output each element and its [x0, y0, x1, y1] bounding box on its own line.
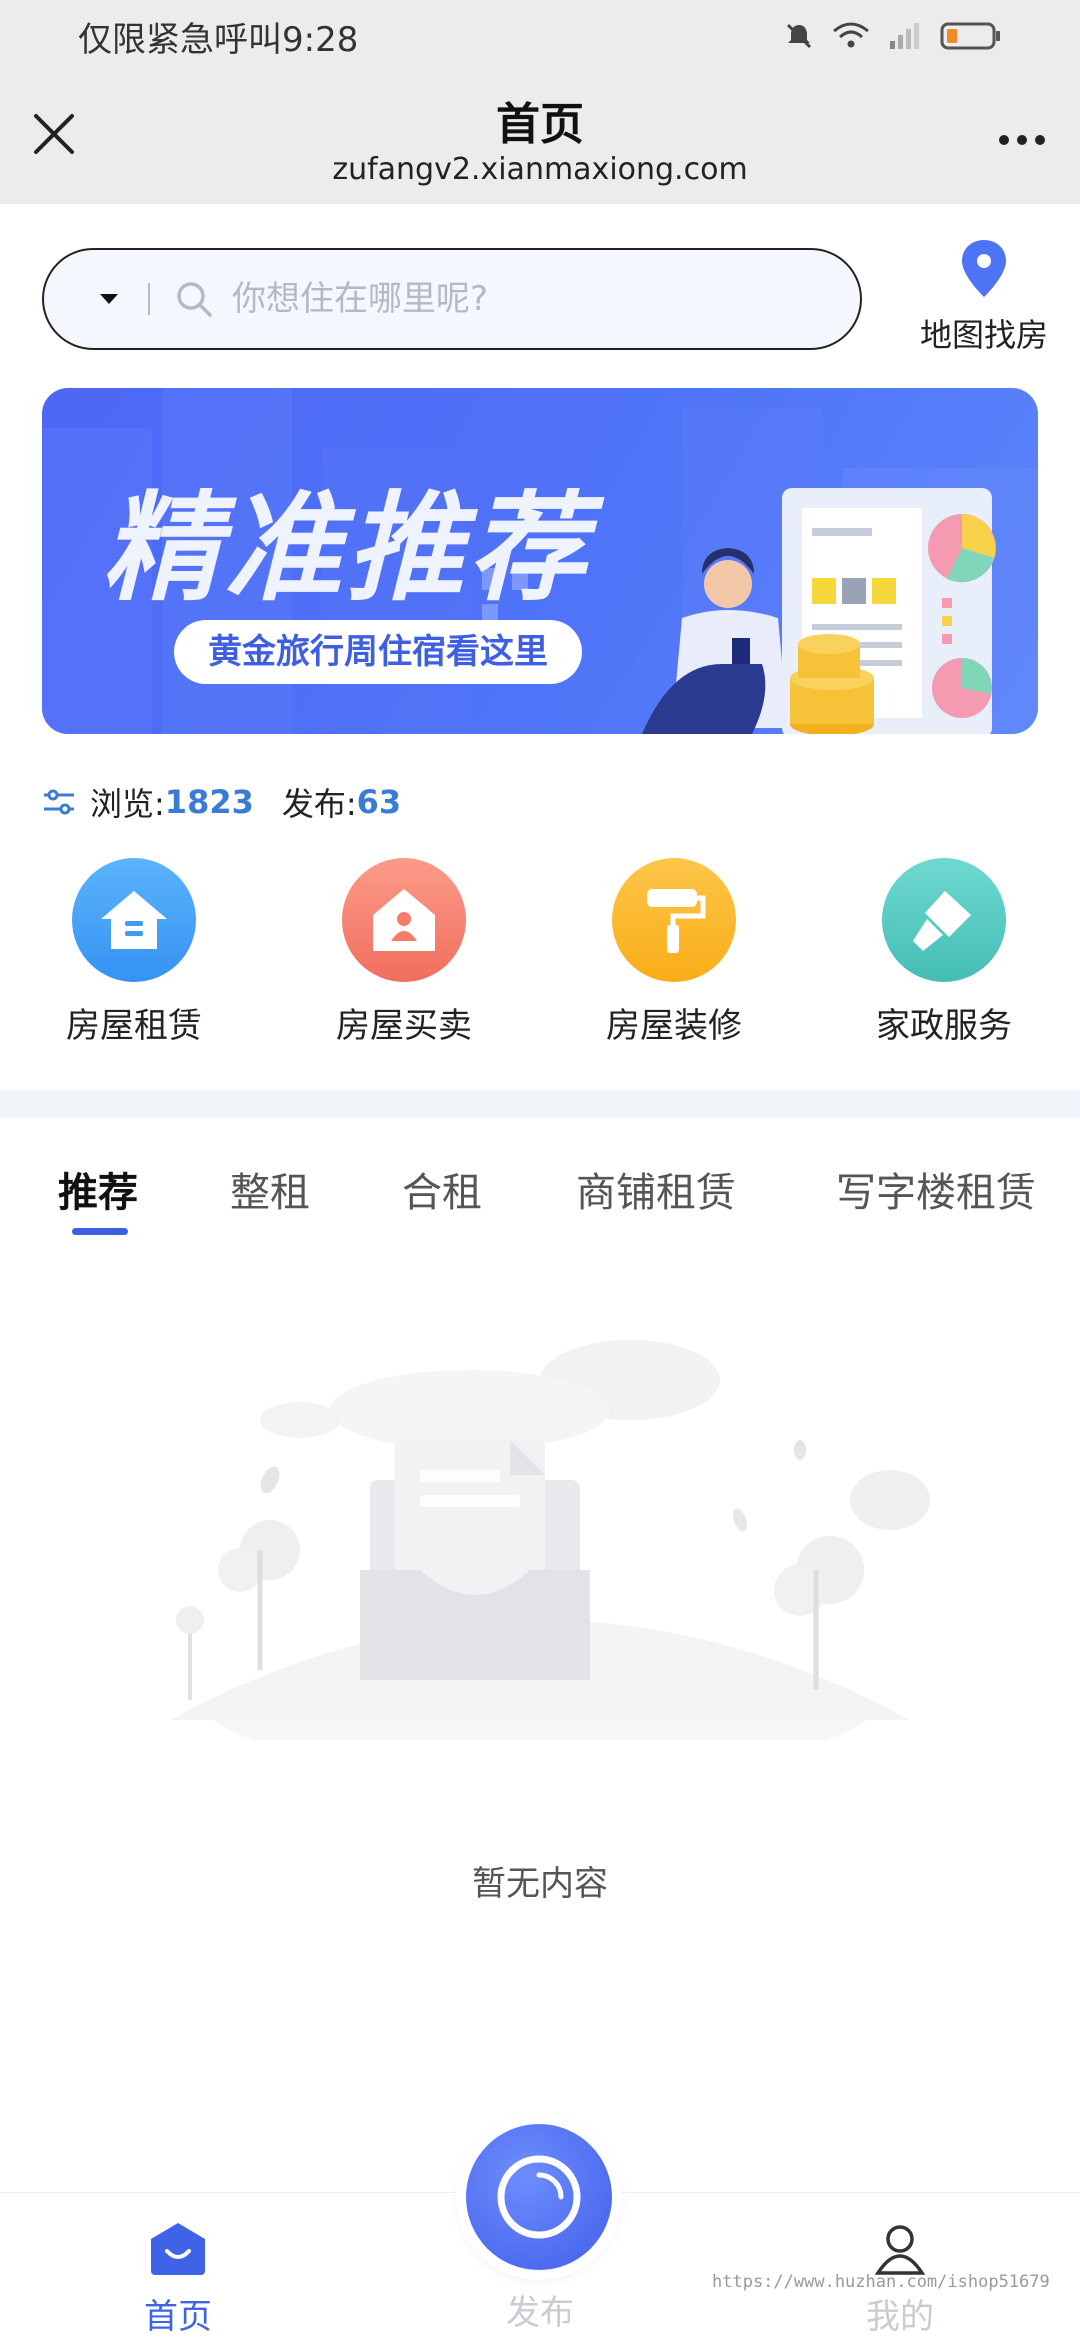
search-icon: [177, 282, 212, 317]
category-label: 房屋装修: [606, 1006, 742, 1046]
promo-banner[interactable]: 精准推荐 黄金旅行周住宿看这里: [42, 388, 1038, 734]
category-label: 房屋租赁: [66, 1006, 202, 1046]
cleaning-icon: [882, 858, 1006, 982]
page-title: 首页: [496, 99, 584, 150]
user-icon: [874, 2225, 926, 2275]
nav-home-label: 首页: [144, 2297, 212, 2337]
battery-icon: [940, 22, 1000, 50]
category-grid: 房屋租赁 房屋买卖 房屋装修 家政服务: [0, 858, 1080, 1058]
tab-shared-rent[interactable]: 合租: [402, 1160, 482, 1218]
status-left: 仅限紧急呼叫9:28: [78, 12, 358, 61]
title-bar: 首页 zufangv2.xianmaxiong.com: [0, 72, 1080, 204]
category-renovation[interactable]: 房屋装修: [564, 858, 784, 1047]
category-label: 房屋买卖: [336, 1006, 472, 1046]
category-house-rent[interactable]: 房屋租赁: [24, 858, 244, 1047]
filter-icon: [44, 789, 74, 815]
nav-me-label: 我的: [866, 2297, 934, 2337]
banner-subtitle: 黄金旅行周住宿看这里: [174, 620, 582, 684]
house-icon: [72, 858, 196, 982]
tab-recommend[interactable]: 推荐: [58, 1160, 138, 1218]
publish-icon: [497, 2155, 581, 2239]
empty-state-text: 暂无内容: [472, 1864, 608, 1904]
more-dot-icon: [1017, 135, 1027, 145]
search-divider: [148, 283, 150, 315]
publish-button[interactable]: [466, 2124, 612, 2270]
empty-box-icon: [170, 1340, 930, 1740]
status-bar: 仅限紧急呼叫9:28: [0, 0, 1080, 72]
posts-label: 发布:: [281, 785, 357, 823]
watermark-text: https://www.huzhan.com/ishop51679: [712, 2272, 1050, 2292]
listing-tabs: 推荐 整租 合租 商铺租赁 写字楼租赁: [0, 1160, 1080, 1240]
more-dot-icon: [999, 135, 1009, 145]
wifi-icon: [833, 22, 869, 48]
more-dot-icon: [1035, 135, 1045, 145]
category-housekeeping[interactable]: 家政服务: [834, 858, 1054, 1047]
nav-publish-label: 发布: [506, 2293, 574, 2333]
section-divider: [0, 1090, 1080, 1118]
carrier-text: 仅限紧急呼叫: [78, 19, 282, 60]
tab-shop-rent[interactable]: 商铺租赁: [576, 1160, 736, 1218]
nav-home[interactable]: 首页: [78, 2221, 278, 2338]
views-count: 1823: [164, 783, 254, 821]
paint-roller-icon: [612, 858, 736, 982]
status-time: 9:28: [282, 19, 359, 60]
posts-count: 63: [356, 783, 402, 821]
stats-row: 浏览: 1823 发布: 63: [42, 780, 429, 824]
home-icon: [151, 2223, 205, 2275]
map-find-button[interactable]: 地图找房: [904, 238, 1064, 358]
house-person-icon: [342, 858, 466, 982]
views-label: 浏览:: [90, 785, 165, 823]
search-bar[interactable]: [42, 248, 862, 350]
city-dropdown-icon[interactable]: [100, 294, 118, 304]
active-tab-indicator: [72, 1228, 128, 1235]
search-input[interactable]: [230, 278, 754, 320]
banner-title: 精准推荐: [102, 479, 591, 617]
map-pin-icon: [962, 240, 1006, 297]
map-find-label: 地图找房: [919, 316, 1048, 354]
category-house-sale[interactable]: 房屋买卖: [294, 858, 514, 1047]
tab-whole-rent[interactable]: 整租: [230, 1160, 310, 1218]
category-label: 家政服务: [876, 1006, 1012, 1046]
status-icons: [784, 21, 1002, 51]
more-options-button[interactable]: [992, 110, 1052, 170]
mute-icon: [786, 23, 812, 49]
tab-office-rent[interactable]: 写字楼租赁: [836, 1160, 1036, 1218]
signal-icon: [890, 23, 919, 49]
page-url: zufangv2.xianmaxiong.com: [332, 152, 748, 187]
